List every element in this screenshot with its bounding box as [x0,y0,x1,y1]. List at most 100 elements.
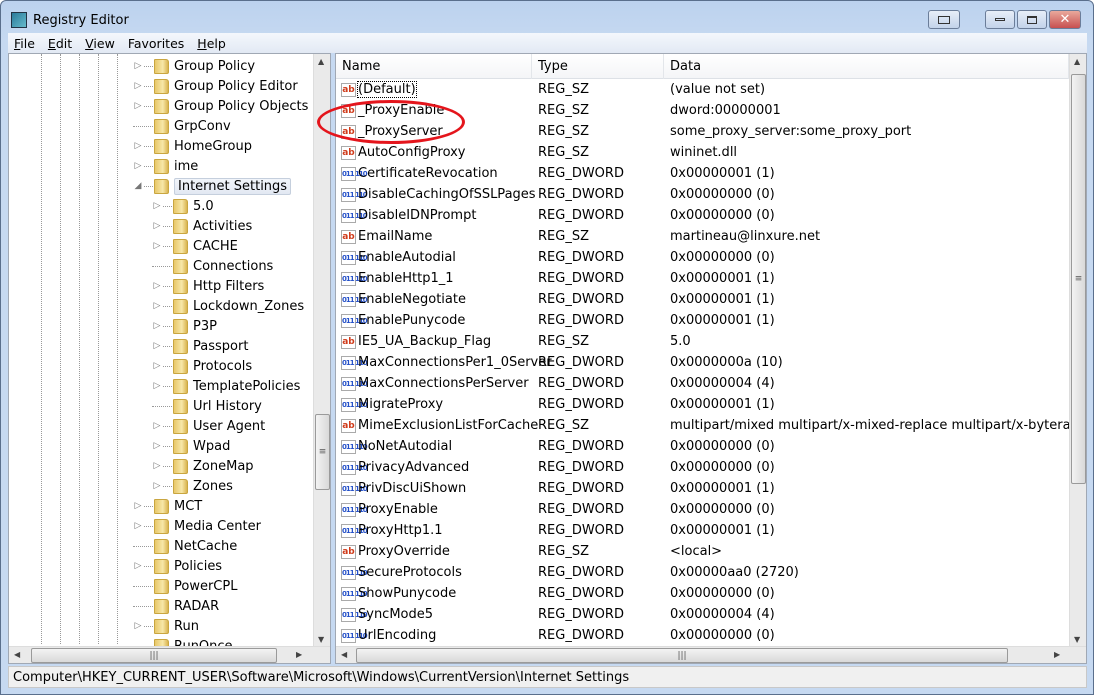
value-row[interactable]: 011 110 CertificateRevocation REG_DWORD … [336,164,1069,185]
tree-item[interactable]: ▷ Activities [152,216,252,236]
tree-item[interactable]: ▷ ime [133,156,198,176]
scroll-right-arrow-icon[interactable]: ▶ [296,650,302,659]
value-row[interactable]: 011 110 SecureProtocols REG_DWORD 0x0000… [336,563,1069,584]
value-row[interactable]: 011 110 MigrateProxy REG_DWORD 0x0000000… [336,395,1069,416]
values-scroll-thumb[interactable]: ≡ [1071,74,1086,484]
expand-arrow-icon[interactable]: ▷ [152,341,162,351]
menu-favorites[interactable]: Favorites [128,36,184,51]
tree-item[interactable]: ▷ User Agent [152,416,265,436]
column-type[interactable]: Type [532,54,664,79]
values-vertical-scrollbar[interactable]: ▲ ≡ ▼ [1069,54,1086,647]
close-button[interactable]: ✕ [1049,10,1081,29]
collapse-arrow-icon[interactable]: ◢ [133,181,143,191]
tree-item[interactable]: RADAR [133,596,219,616]
values-hscroll-thumb[interactable]: ||| [356,648,1008,663]
value-row[interactable]: 011 110 PrivacyAdvanced REG_DWORD 0x0000… [336,458,1069,479]
scroll-up-arrow-icon[interactable]: ▲ [1074,57,1080,66]
expand-arrow-icon[interactable]: ▷ [133,141,143,151]
tree-item[interactable]: ▷ Passport [152,336,248,356]
expand-arrow-icon[interactable]: ▷ [133,561,143,571]
tree-item[interactable]: ▷ Group Policy Objects [133,96,308,116]
scroll-left-arrow-icon[interactable]: ◀ [341,650,347,659]
tree-item[interactable]: Connections [152,256,273,276]
value-row[interactable]: ab EmailName REG_SZ martineau@linxure.ne… [336,227,1069,248]
value-row[interactable]: ab (Default) REG_SZ (value not set) [336,80,1069,101]
menu-file[interactable]: File [14,36,35,51]
column-data[interactable]: Data [664,54,1069,79]
scroll-down-arrow-icon[interactable]: ▼ [318,635,324,644]
scroll-right-arrow-icon[interactable]: ▶ [1054,650,1060,659]
value-row[interactable]: 011 110 SyncMode5 REG_DWORD 0x00000004 (… [336,605,1069,626]
expand-arrow-icon[interactable]: ▷ [152,481,162,491]
expand-arrow-icon[interactable]: ▷ [133,521,143,531]
tree-item[interactable]: ▷ Group Policy [133,56,255,76]
minimize-button[interactable] [985,10,1015,29]
value-row[interactable]: 011 110 EnableHttp1_1 REG_DWORD 0x000000… [336,269,1069,290]
tree-item[interactable]: ▷ Lockdown_Zones [152,296,304,316]
tree-item[interactable]: ▷ CACHE [152,236,238,256]
expand-arrow-icon[interactable]: ▷ [152,221,162,231]
scroll-down-arrow-icon[interactable]: ▼ [1074,635,1080,644]
scroll-left-arrow-icon[interactable]: ◀ [14,650,20,659]
tree-item[interactable]: ▷ Group Policy Editor [133,76,298,96]
value-row[interactable]: 011 110 ProxyEnable REG_DWORD 0x00000000… [336,500,1069,521]
menu-edit[interactable]: Edit [48,36,72,51]
expand-arrow-icon[interactable]: ▷ [133,101,143,111]
value-row[interactable]: 011 110 NoNetAutodial REG_DWORD 0x000000… [336,437,1069,458]
value-row[interactable]: 011 110 UrlEncoding REG_DWORD 0x00000000… [336,626,1069,647]
value-row[interactable]: 011 110 DisableIDNPrompt REG_DWORD 0x000… [336,206,1069,227]
expand-arrow-icon[interactable]: ▷ [133,501,143,511]
tree-item[interactable]: Url History [152,396,262,416]
tree-scroll-thumb[interactable]: ≡ [315,414,330,490]
value-row[interactable]: 011 110 PrivDiscUiShown REG_DWORD 0x0000… [336,479,1069,500]
value-row[interactable]: 011 110 MaxConnectionsPerServer REG_DWOR… [336,374,1069,395]
value-row[interactable]: 011 110 ShowPunycode REG_DWORD 0x0000000… [336,584,1069,605]
value-row[interactable]: 011 110 EnableAutodial REG_DWORD 0x00000… [336,248,1069,269]
expand-arrow-icon[interactable]: ▷ [133,61,143,71]
expand-arrow-icon[interactable]: ▷ [133,161,143,171]
tree-item[interactable]: ▷ HomeGroup [133,136,252,156]
tree-item[interactable]: ▷ Run [133,616,199,636]
value-row[interactable]: 011 110 EnablePunycode REG_DWORD 0x00000… [336,311,1069,332]
value-row[interactable]: ab ProxyOverride REG_SZ <local> [336,542,1069,563]
tree-item[interactable]: ▷ Http Filters [152,276,264,296]
tree-item[interactable]: ▷ Policies [133,556,222,576]
tree-vertical-scrollbar[interactable]: ▲ ≡ ▼ [313,54,330,647]
tree-item[interactable]: ▷ Media Center [133,516,261,536]
expand-arrow-icon[interactable]: ▷ [152,281,162,291]
expand-arrow-icon[interactable]: ▷ [152,381,162,391]
expand-arrow-icon[interactable]: ▷ [133,621,143,631]
tree-item[interactable]: ▷ Zones [152,476,233,496]
tree-hscroll-thumb[interactable]: ||| [31,648,277,663]
tree-item[interactable]: PowerCPL [133,576,237,596]
expand-arrow-icon[interactable]: ▷ [152,421,162,431]
tree-item[interactable]: ▷ Wpad [152,436,230,456]
value-row[interactable]: ab IE5_UA_Backup_Flag REG_SZ 5.0 [336,332,1069,353]
tree-item[interactable]: ◢ Internet Settings [133,176,292,196]
tree-item[interactable]: ▷ 5.0 [152,196,214,216]
switch-window-button[interactable] [928,10,960,29]
value-row[interactable]: 011 110 MaxConnectionsPer1_0Server REG_D… [336,353,1069,374]
tree-item[interactable]: ▷ MCT [133,496,202,516]
expand-arrow-icon[interactable]: ▷ [152,321,162,331]
tree-item[interactable]: NetCache [133,536,237,556]
tree-item[interactable]: ▷ P3P [152,316,217,336]
value-row[interactable]: 011 110 EnableNegotiate REG_DWORD 0x0000… [336,290,1069,311]
maximize-button[interactable] [1017,10,1047,29]
expand-arrow-icon[interactable]: ▷ [152,361,162,371]
tree-item[interactable]: ▷ Protocols [152,356,252,376]
value-row[interactable]: ab AutoConfigProxy REG_SZ wininet.dll [336,143,1069,164]
value-row[interactable]: 011 110 DisableCachingOfSSLPages REG_DWO… [336,185,1069,206]
scroll-up-arrow-icon[interactable]: ▲ [318,57,324,66]
expand-arrow-icon[interactable]: ▷ [152,201,162,211]
menu-view[interactable]: View [85,36,115,51]
column-name[interactable]: Name [336,54,532,79]
tree-item[interactable]: GrpConv [133,116,231,136]
expand-arrow-icon[interactable]: ▷ [133,81,143,91]
tree-horizontal-scrollbar[interactable]: ◀ ||| ▶ [9,646,330,663]
expand-arrow-icon[interactable]: ▷ [152,441,162,451]
value-row[interactable]: ab MimeExclusionListForCache REG_SZ mult… [336,416,1086,437]
expand-arrow-icon[interactable]: ▷ [152,241,162,251]
value-row[interactable]: 011 110 ProxyHttp1.1 REG_DWORD 0x0000000… [336,521,1069,542]
tree-item[interactable]: ▷ ZoneMap [152,456,254,476]
